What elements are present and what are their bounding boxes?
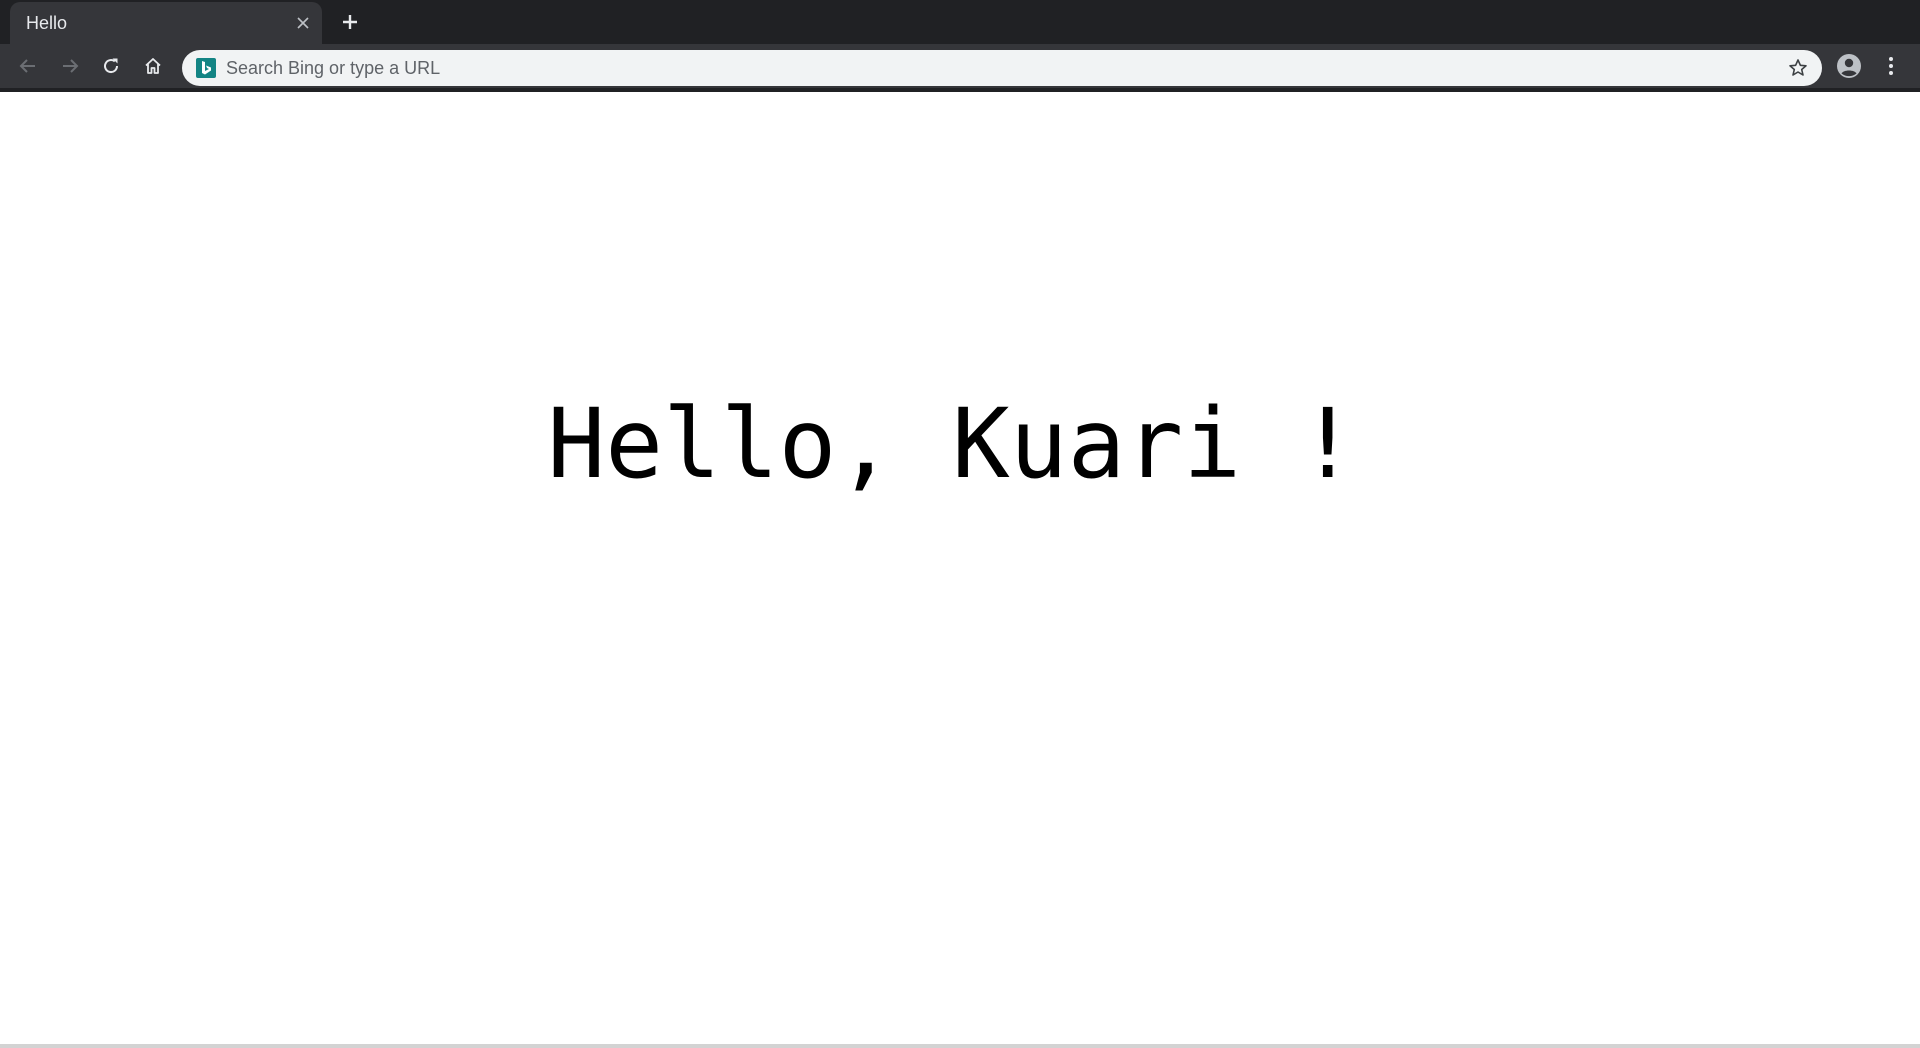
close-tab-icon[interactable] — [292, 12, 314, 34]
greeting-heading: Hello, Kuari ! — [547, 388, 1357, 500]
tab-title: Hello — [26, 13, 68, 33]
tab-strip: Hello — [0, 0, 1920, 44]
star-icon[interactable] — [1786, 56, 1810, 80]
bing-logo-icon — [196, 58, 216, 78]
new-tab-icon[interactable] — [336, 8, 364, 36]
toolbar — [0, 44, 1920, 88]
forward-arrow-icon[interactable] — [55, 51, 85, 81]
address-bar[interactable] — [182, 50, 1822, 86]
back-arrow-icon[interactable] — [13, 51, 43, 81]
tab-hello[interactable]: Hello — [10, 2, 322, 44]
page-content: Hello, Kuari ! — [0, 92, 1920, 1044]
window-bottom-edge — [0, 1044, 1920, 1048]
browser-window: Hello Search Bing or type a URL Hello, K… — [0, 0, 1920, 1048]
kebab-menu-icon[interactable] — [1876, 51, 1906, 81]
home-icon[interactable] — [138, 51, 168, 81]
profile-avatar-icon[interactable] — [1834, 51, 1864, 81]
reload-icon[interactable] — [96, 51, 126, 81]
address-input[interactable] — [226, 50, 1756, 86]
